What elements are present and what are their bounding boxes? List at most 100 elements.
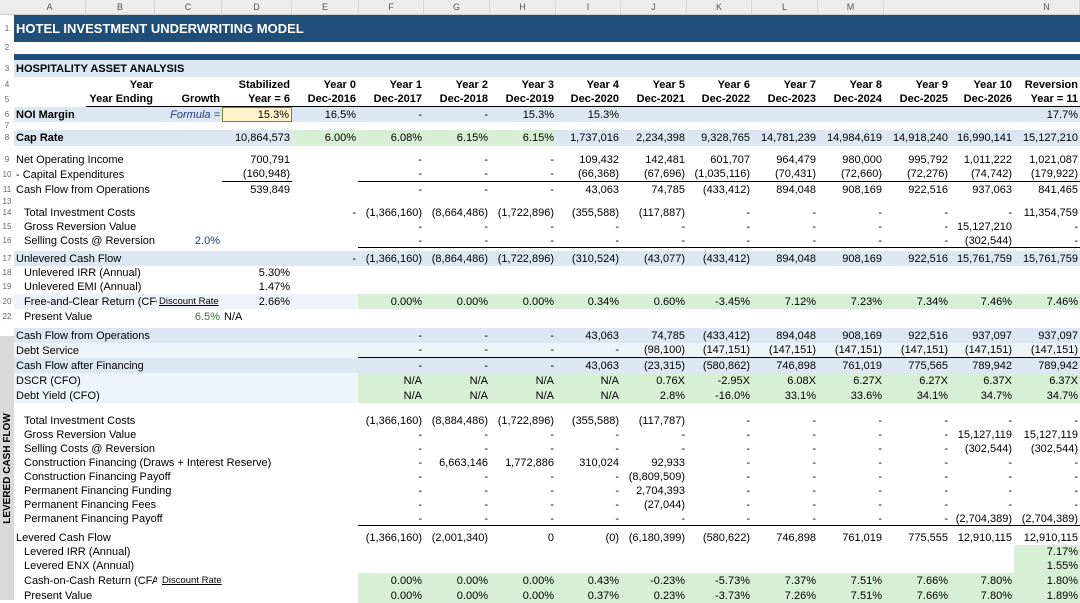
value-cell[interactable]: -3.45% <box>687 294 752 309</box>
value-cell[interactable]: - <box>556 442 621 456</box>
reversion-value[interactable]: 789,942 <box>1014 358 1080 373</box>
value-cell[interactable]: - <box>490 328 556 343</box>
value-cell[interactable]: - <box>490 498 556 512</box>
value-cell[interactable]: - <box>358 428 424 442</box>
row-number[interactable]: 20 <box>0 294 14 309</box>
row-number[interactable]: 7 <box>0 122 14 130</box>
column-letter-c[interactable]: C <box>155 0 222 14</box>
year-header[interactable]: Year 5 <box>621 77 687 92</box>
row-label[interactable]: Net Operating Income <box>14 152 222 167</box>
value-cell[interactable]: - <box>884 484 950 498</box>
value-cell[interactable]: 2,234,398 <box>621 130 687 146</box>
value-cell[interactable]: 142,481 <box>621 152 687 167</box>
reversion-value[interactable]: 1.80% <box>1014 573 1080 588</box>
row-number[interactable]: 1 <box>0 15 14 42</box>
value-cell[interactable]: - <box>556 498 621 512</box>
row-number[interactable]: 8 <box>0 130 14 146</box>
column-letter-g[interactable]: G <box>424 0 490 14</box>
reversion-value[interactable]: 841,465 <box>1014 182 1080 197</box>
value-cell[interactable]: - <box>358 220 424 234</box>
value-cell[interactable]: (8,864,486) <box>424 251 490 266</box>
date-header[interactable]: Dec-2024 <box>818 92 884 107</box>
value-cell[interactable]: (1,722,896) <box>490 414 556 428</box>
value-cell[interactable]: - <box>358 107 424 122</box>
value-cell[interactable]: 0.76X <box>621 373 687 388</box>
value-cell[interactable]: 74,785 <box>621 328 687 343</box>
value-cell[interactable]: 964,479 <box>752 152 818 167</box>
value-cell[interactable]: 894,048 <box>752 251 818 266</box>
value-cell[interactable]: 922,516 <box>884 251 950 266</box>
value-cell[interactable]: 0.00% <box>490 294 556 309</box>
value-cell[interactable]: - <box>950 414 1014 428</box>
value-cell[interactable]: 761,019 <box>818 358 884 373</box>
value-cell[interactable]: - <box>424 107 490 122</box>
reversion-value[interactable]: (302,544) <box>1014 442 1080 456</box>
reversion-value[interactable]: 1,021,087 <box>1014 152 1080 167</box>
value-cell[interactable]: - <box>621 234 687 248</box>
value-cell[interactable]: 33.6% <box>818 388 884 403</box>
value-cell[interactable]: N/A <box>424 388 490 403</box>
column-letter-f[interactable]: F <box>359 0 424 14</box>
free-clear-stabilized[interactable]: 2.66% <box>222 294 292 309</box>
row-number[interactable]: 16 <box>0 234 14 248</box>
value-cell[interactable]: N/A <box>490 388 556 403</box>
row-label[interactable]: Cash-on-Cash Return (CFAF) <box>22 573 157 588</box>
value-cell[interactable]: - <box>490 484 556 498</box>
value-cell[interactable]: 2.8% <box>621 388 687 403</box>
value-cell[interactable]: - <box>358 328 424 343</box>
row-label[interactable]: Permanent Financing Fees <box>22 498 292 512</box>
row-label[interactable]: Selling Costs @ Reversion <box>22 234 155 248</box>
value-cell[interactable]: 16,990,141 <box>950 130 1014 146</box>
value-cell[interactable]: - <box>687 512 752 526</box>
date-header[interactable]: Dec-2025 <box>884 92 950 107</box>
value-cell[interactable]: - <box>490 343 556 358</box>
value-cell[interactable]: - <box>818 414 884 428</box>
row-label[interactable]: Construction Financing (Draws + Interest… <box>22 456 292 470</box>
stabilized-value[interactable]: 539,849 <box>222 182 292 197</box>
value-cell[interactable]: 43,063 <box>556 182 621 197</box>
value-cell[interactable]: - <box>424 358 490 373</box>
value-cell[interactable]: (6,180,399) <box>621 530 687 545</box>
value-cell[interactable]: - <box>424 234 490 248</box>
value-cell[interactable]: - <box>752 498 818 512</box>
value-cell[interactable]: (147,151) <box>884 343 950 358</box>
value-cell[interactable]: 7.66% <box>884 588 950 603</box>
value-cell[interactable]: 6.37X <box>950 373 1014 388</box>
value-cell[interactable]: - <box>818 234 884 248</box>
value-cell[interactable]: (23,315) <box>621 358 687 373</box>
value-cell[interactable]: - <box>752 220 818 234</box>
value-cell[interactable]: - <box>687 456 752 470</box>
value-cell[interactable]: - <box>556 512 621 526</box>
value-cell[interactable]: (0) <box>556 530 621 545</box>
value-cell[interactable]: 7.66% <box>884 573 950 588</box>
column-letter-d[interactable]: D <box>222 0 292 14</box>
reversion-value[interactable]: - <box>1014 220 1080 234</box>
row-label[interactable]: Cash Flow from Operations <box>14 182 222 197</box>
value-cell[interactable]: - <box>818 456 884 470</box>
value-cell[interactable]: 15,761,759 <box>950 251 1014 266</box>
row-label[interactable]: Selling Costs @ Reversion <box>22 442 292 456</box>
value-cell[interactable]: 2,704,393 <box>621 484 687 498</box>
value-cell[interactable]: (1,366,160) <box>358 206 424 220</box>
value-cell[interactable]: 1,772,886 <box>490 456 556 470</box>
year-header[interactable]: Year 6 <box>687 77 752 92</box>
value-cell[interactable]: - <box>687 442 752 456</box>
value-cell[interactable]: 0.00% <box>424 588 490 603</box>
value-cell[interactable]: - <box>687 498 752 512</box>
row-label[interactable]: Free-and-Clear Return (CFO) <box>22 294 157 309</box>
value-cell[interactable]: - <box>424 182 490 197</box>
value-cell[interactable]: 601,707 <box>687 152 752 167</box>
value-cell[interactable]: - <box>884 456 950 470</box>
value-cell[interactable]: (1,722,896) <box>490 206 556 220</box>
value-cell[interactable]: - <box>424 484 490 498</box>
value-cell[interactable]: 746,898 <box>752 530 818 545</box>
row-number[interactable]: 10 <box>0 167 14 182</box>
value-cell[interactable]: (302,544) <box>950 234 1014 248</box>
discount-rate-link[interactable]: Discount Rate <box>157 294 227 309</box>
value-cell[interactable]: 7.46% <box>950 294 1014 309</box>
value-cell[interactable]: 0.00% <box>358 294 424 309</box>
value-cell[interactable]: (1,035,116) <box>687 167 752 182</box>
date-header[interactable]: Dec-2021 <box>621 92 687 107</box>
value-cell[interactable]: - <box>490 234 556 248</box>
reversion-value[interactable]: - <box>1014 484 1080 498</box>
